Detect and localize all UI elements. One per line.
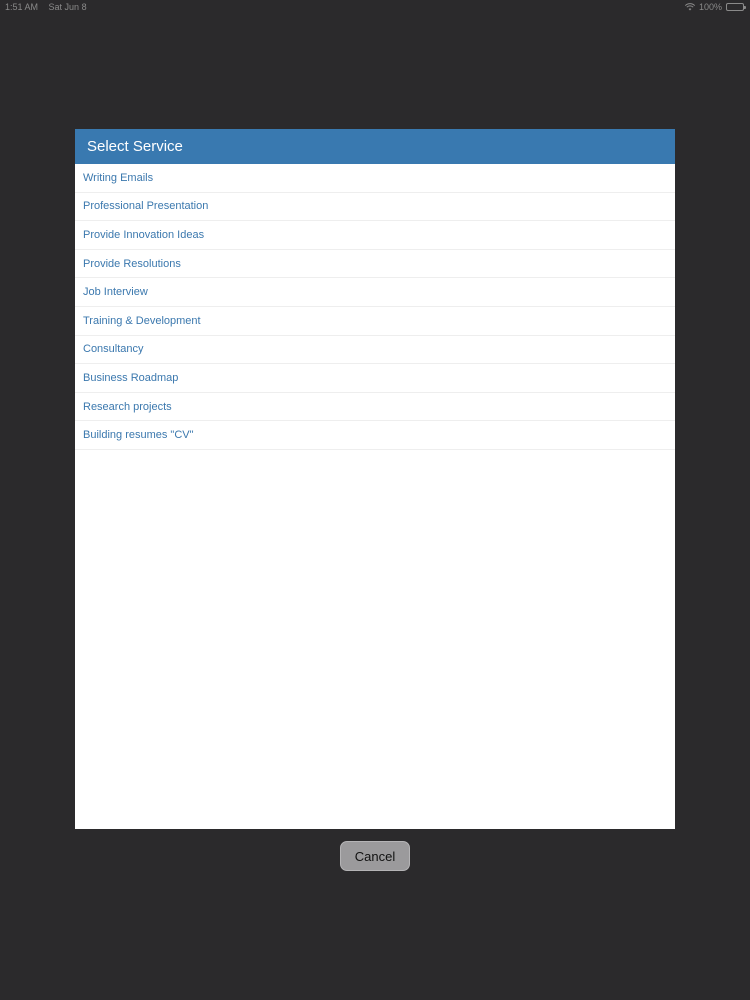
- service-item-training-development[interactable]: Training & Development: [75, 307, 675, 336]
- dialog-title: Select Service: [87, 138, 183, 155]
- wifi-icon: [684, 3, 695, 11]
- service-item-label: Training & Development: [83, 314, 201, 327]
- service-item-label: Professional Presentation: [83, 200, 209, 213]
- service-item-job-interview[interactable]: Job Interview: [75, 278, 675, 307]
- service-item-writing-emails[interactable]: Writing Emails: [75, 164, 675, 193]
- status-left: 1:51 AM Sat Jun 8: [5, 2, 95, 12]
- service-item-business-roadmap[interactable]: Business Roadmap: [75, 364, 675, 393]
- service-list: Writing Emails Professional Presentation…: [75, 164, 675, 450]
- battery-text: 100%: [698, 2, 722, 12]
- service-item-label: Provide Resolutions: [83, 257, 181, 270]
- service-item-label: Business Roadmap: [83, 371, 179, 384]
- service-item-building-resumes[interactable]: Building resumes "CV": [75, 421, 675, 450]
- status-right: 100%: [684, 2, 746, 12]
- service-item-research-projects[interactable]: Research projects: [75, 393, 675, 422]
- service-item-label: Building resumes "CV": [83, 429, 194, 442]
- service-item-label: Consultancy: [83, 343, 144, 356]
- service-item-label: Research projects: [83, 400, 172, 413]
- status-bar: 1:51 AM Sat Jun 8 100%: [0, 0, 750, 14]
- service-item-provide-resolutions[interactable]: Provide Resolutions: [75, 250, 675, 279]
- battery-icon: [726, 3, 746, 11]
- service-item-professional-presentation[interactable]: Professional Presentation: [75, 193, 675, 222]
- select-service-dialog: Select Service Writing Emails Profession…: [75, 129, 675, 829]
- cancel-button[interactable]: Cancel: [340, 841, 410, 871]
- service-item-provide-innovation-ideas[interactable]: Provide Innovation Ideas: [75, 221, 675, 250]
- service-item-consultancy[interactable]: Consultancy: [75, 336, 675, 365]
- status-time: 1:51 AM: [5, 2, 39, 12]
- service-item-label: Writing Emails: [83, 171, 154, 184]
- dialog-header: Select Service: [75, 129, 675, 164]
- service-item-label: Provide Innovation Ideas: [83, 228, 205, 241]
- status-date: Sat Jun 8: [48, 2, 87, 12]
- service-item-label: Job Interview: [83, 286, 148, 299]
